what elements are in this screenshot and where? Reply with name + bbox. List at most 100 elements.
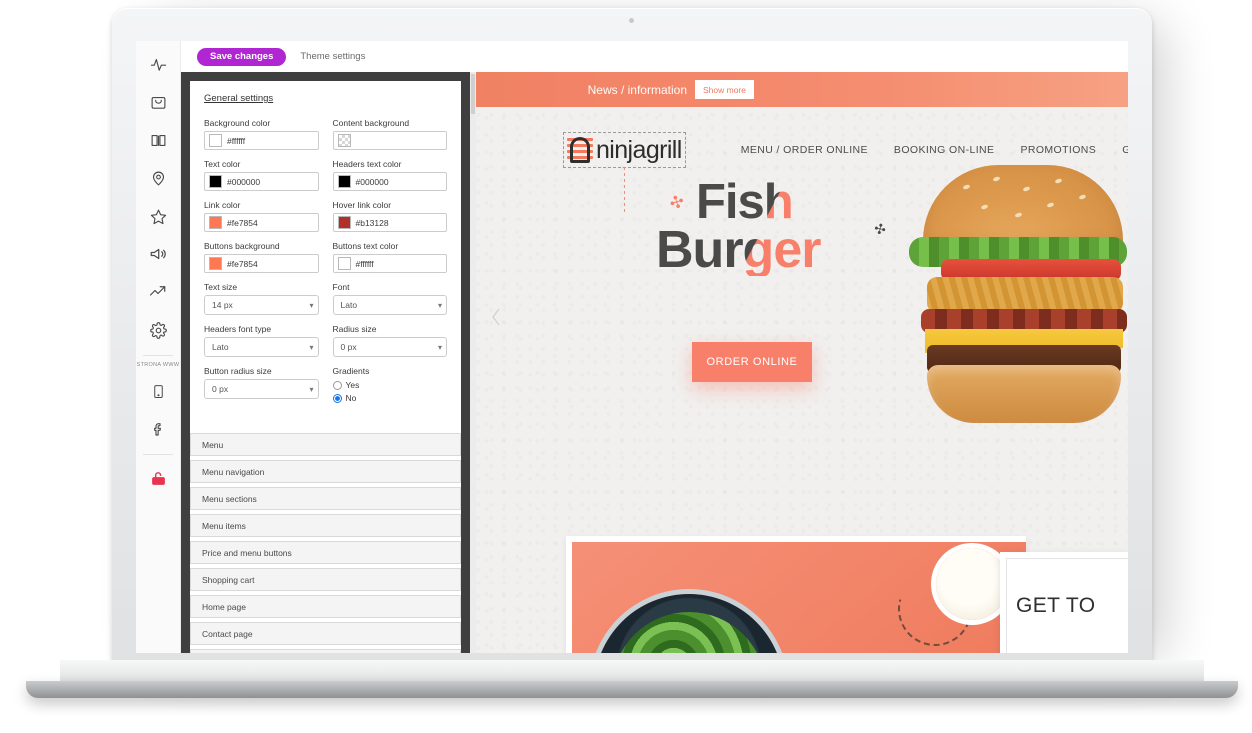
show-more-button[interactable]: Show more [695, 80, 754, 99]
font-select[interactable]: Lato ▾ [332, 295, 447, 315]
field-headers-text-color: Headers text color #000000 [332, 159, 447, 191]
accordion-shopping-cart-label: Shopping cart [202, 574, 255, 585]
site-nav[interactable]: MENU / ORDER ONLINE BOOKING ON-LINE PROM… [741, 144, 1128, 156]
label-font: Font [332, 282, 350, 292]
facebook-icon [150, 421, 166, 437]
accordion-menu-sections-label: Menu sections [202, 493, 257, 504]
settings-grid: Background color #ffffff Content backgro… [204, 118, 447, 415]
headers-text-color-input[interactable]: #000000 [332, 172, 447, 191]
order-online-button[interactable]: ORDER ONLINE [692, 342, 812, 382]
background-color-input[interactable]: #ffffff [204, 131, 319, 150]
buttons-background-swatch[interactable] [209, 257, 222, 270]
accordion-menu-label: Menu [202, 439, 224, 450]
text-color-swatch[interactable] [209, 175, 222, 188]
accordion-menu-sections[interactable]: Menu sections [190, 487, 461, 510]
gradients-option-yes[interactable]: Yes [332, 380, 448, 390]
button-radius-size-select[interactable]: 0 px ▾ [204, 379, 319, 399]
work-area: General settings Background color #fffff… [181, 72, 1128, 653]
sidebar-divider-2 [143, 454, 173, 455]
accordion-price-and-menu-buttons[interactable]: Price and menu buttons [190, 541, 461, 564]
accordion-menu[interactable]: Menu [190, 433, 461, 456]
label-buttons-text-color: Buttons text color [332, 241, 399, 251]
radio-yes-dot[interactable] [332, 380, 342, 390]
field-gradients: Gradients Yes No [332, 366, 448, 406]
content-background-input[interactable] [332, 131, 447, 150]
site-logo-text: ninjagrill [596, 135, 682, 164]
radio-no-dot[interactable] [332, 393, 342, 403]
sidebar-item-mobile[interactable] [136, 372, 180, 410]
salad-photo [572, 542, 1026, 653]
burger-photo [901, 159, 1128, 449]
headers-text-color-swatch[interactable] [337, 175, 351, 188]
sidebar-item-shop[interactable] [136, 83, 180, 121]
settings-panel: General settings Background color #fffff… [181, 72, 470, 653]
accordion-menu-navigation[interactable]: Menu navigation [190, 460, 461, 483]
chevron-down-icon: ▾ [309, 384, 314, 394]
button-radius-size-value: 0 px [212, 384, 229, 394]
text-size-select[interactable]: 14 px ▾ [204, 295, 319, 315]
accordion-shopping-cart[interactable]: Shopping cart [190, 568, 461, 591]
gradients-yes-label: Yes [345, 380, 360, 390]
nav-booking-online[interactable]: BOOKING ON-LINE [894, 144, 995, 156]
theme-settings-link[interactable]: Theme settings [300, 51, 365, 62]
accordion-contact-page[interactable]: Contact page [190, 622, 461, 645]
sidebar-item-settings[interactable] [136, 311, 180, 349]
headers-font-type-select[interactable]: Lato ▾ [204, 337, 319, 357]
site-logo[interactable]: ninjagrill [563, 132, 686, 215]
chevron-down-icon: ▾ [437, 300, 442, 310]
news-bar: News / information Show more [476, 72, 1128, 107]
radius-size-select[interactable]: 0 px ▾ [332, 337, 447, 357]
sidebar-item-locations[interactable] [136, 159, 180, 197]
label-hover-link-color: Hover link color [332, 200, 392, 210]
trending-up-icon [149, 283, 167, 301]
hover-link-color-swatch[interactable] [337, 216, 351, 229]
background-color-swatch[interactable] [209, 134, 222, 147]
field-background-color: Background color #ffffff [204, 118, 319, 150]
field-text-size: Text size 14 px ▾ [204, 282, 319, 315]
sidebar-item-statistics[interactable] [136, 273, 180, 311]
hero-line-2: Burger [656, 224, 886, 276]
nav-gallery[interactable]: GALLERY [1122, 144, 1128, 156]
main-content: Save changes Theme settings General sett… [181, 41, 1128, 653]
hover-link-color-input[interactable]: #b13128 [332, 213, 447, 232]
salad-bowl [594, 594, 784, 653]
accordion-website-header[interactable]: Website header [190, 649, 461, 653]
sidebar-item-reviews[interactable] [136, 197, 180, 235]
text-size-value: 14 px [212, 300, 233, 310]
gradients-no-label: No [345, 393, 357, 403]
spark-left-icon: ✣ [667, 191, 687, 214]
buttons-background-input[interactable]: #fe7854 [204, 254, 319, 273]
buttons-text-color-swatch[interactable] [337, 257, 351, 270]
label-headers-text-color: Headers text color [332, 159, 402, 169]
buttons-text-color-value: #ffffff [355, 258, 374, 269]
settings-panel-inner: General settings Background color #fffff… [190, 81, 461, 653]
sidebar-item-account[interactable] [136, 459, 180, 497]
nav-menu-order-online[interactable]: MENU / ORDER ONLINE [741, 144, 868, 156]
left-icon-sidebar[interactable]: STRONA WWW [136, 41, 181, 653]
settings-scroll-area[interactable]: General settings Background color #fffff… [190, 81, 461, 653]
link-color-input[interactable]: #fe7854 [204, 213, 319, 232]
label-link-color: Link color [204, 200, 241, 210]
label-buttons-background: Buttons background [204, 241, 280, 251]
accordion-menu-items[interactable]: Menu items [190, 514, 461, 537]
sidebar-item-marketing[interactable] [136, 235, 180, 273]
mobile-icon [151, 384, 166, 399]
buttons-text-color-input[interactable]: #ffffff [332, 254, 447, 273]
link-color-swatch[interactable] [209, 216, 222, 229]
sidebar-item-menu-book[interactable] [136, 121, 180, 159]
sidebar-item-facebook[interactable] [136, 410, 180, 448]
accordion-home-page[interactable]: Home page [190, 595, 461, 618]
save-changes-button[interactable]: Save changes [197, 47, 287, 66]
accordion-contact-page-label: Contact page [202, 628, 253, 639]
label-gradients: Gradients [332, 366, 370, 376]
gradients-radio-group[interactable]: Yes No [332, 379, 448, 403]
text-color-input[interactable]: #000000 [204, 172, 319, 191]
gradients-option-no[interactable]: No [332, 393, 448, 403]
preview-scrollbar-thumb[interactable] [471, 74, 475, 114]
burger-crispy-fillet [927, 277, 1123, 313]
content-background-swatch[interactable] [337, 134, 351, 147]
sidebar-item-activity[interactable] [136, 45, 180, 83]
accordion-menu-navigation-label: Menu navigation [202, 466, 265, 477]
carousel-prev-icon[interactable] [490, 307, 502, 327]
nav-promotions[interactable]: PROMOTIONS [1020, 144, 1096, 156]
